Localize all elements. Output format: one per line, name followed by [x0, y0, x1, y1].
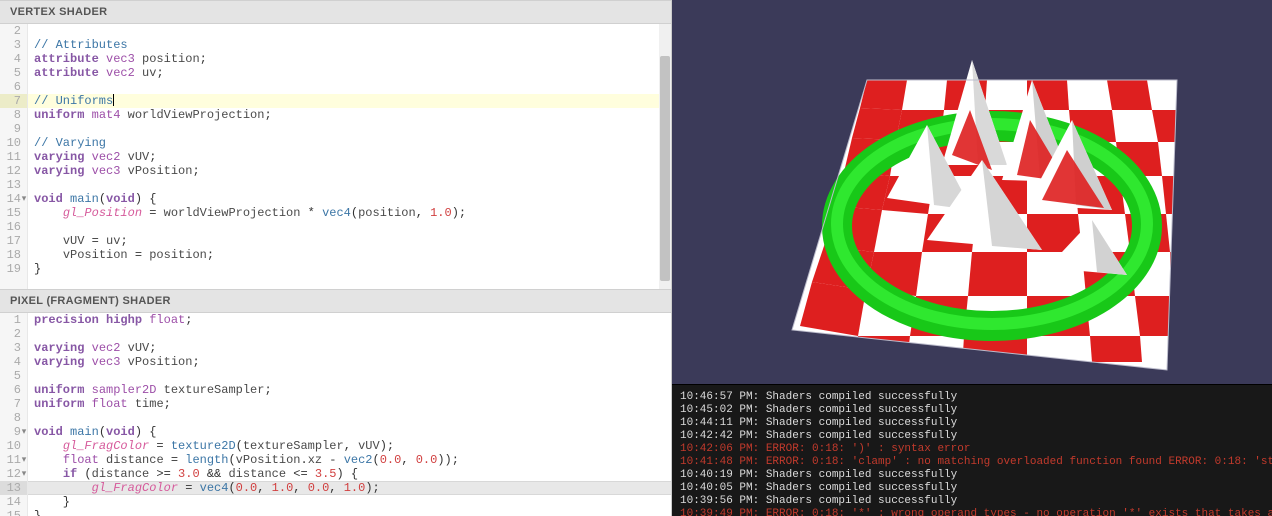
log-error-line: 10:41:48 PM: ERROR: 0:18: 'clamp' : no m… [680, 456, 1264, 469]
code-line[interactable]: void main(void) { [28, 425, 671, 439]
code-line[interactable]: gl_FragColor = texture2D(textureSampler,… [28, 439, 671, 453]
code-line[interactable]: precision highp float; [28, 313, 671, 327]
code-line[interactable]: attribute vec3 position; [28, 52, 671, 66]
log-line: 10:45:02 PM: Shaders compiled successful… [680, 404, 1264, 417]
code-line[interactable] [28, 220, 671, 234]
code-line[interactable]: attribute vec2 uv; [28, 66, 671, 80]
3d-viewport[interactable] [672, 0, 1272, 384]
code-line[interactable] [28, 24, 671, 38]
code-line[interactable]: varying vec3 vPosition; [28, 355, 671, 369]
code-line[interactable]: // Varying [28, 136, 671, 150]
code-line[interactable] [28, 178, 671, 192]
code-line[interactable]: uniform mat4 worldViewProjection; [28, 108, 671, 122]
code-line[interactable]: gl_FragColor = vec4(0.0, 1.0, 0.0, 1.0); [28, 481, 671, 495]
pixel-gutter: 123456789▾1011▾12▾131415 [0, 313, 28, 516]
code-line[interactable]: uniform sampler2D textureSampler; [28, 383, 671, 397]
code-line[interactable]: vPosition = position; [28, 248, 671, 262]
log-error-line: 10:39:49 PM: ERROR: 0:18: '*' : wrong op… [680, 508, 1264, 516]
log-line: 10:46:57 PM: Shaders compiled successful… [680, 391, 1264, 404]
code-line[interactable] [28, 80, 671, 94]
code-line[interactable]: uniform float time; [28, 397, 671, 411]
log-line: 10:42:42 PM: Shaders compiled successful… [680, 430, 1264, 443]
right-pane: 10:46:57 PM: Shaders compiled successful… [672, 0, 1272, 516]
code-line[interactable]: gl_Position = worldViewProjection * vec4… [28, 206, 671, 220]
compile-log-console[interactable]: 10:46:57 PM: Shaders compiled successful… [672, 384, 1272, 516]
editor-pane: VERTEX SHADER 234567891011121314▾1516171… [0, 0, 672, 516]
code-line[interactable]: // Uniforms [28, 94, 671, 108]
code-line[interactable]: if (distance >= 3.0 && distance <= 3.5) … [28, 467, 671, 481]
code-line[interactable] [28, 369, 671, 383]
log-error-line: 10:42:06 PM: ERROR: 0:18: ')' : syntax e… [680, 443, 1264, 456]
vertex-scrollbar[interactable] [659, 24, 671, 289]
log-line: 10:44:11 PM: Shaders compiled successful… [680, 417, 1264, 430]
code-line[interactable] [28, 122, 671, 136]
code-line[interactable] [28, 411, 671, 425]
log-line: 10:40:05 PM: Shaders compiled successful… [680, 482, 1264, 495]
pixel-shader-editor[interactable]: 123456789▾1011▾12▾131415 precision highp… [0, 313, 671, 516]
code-line[interactable]: // Attributes [28, 38, 671, 52]
code-line[interactable]: varying vec2 vUV; [28, 341, 671, 355]
code-line[interactable]: } [28, 509, 671, 516]
render-preview [672, 0, 1272, 384]
log-line: 10:39:56 PM: Shaders compiled successful… [680, 495, 1264, 508]
code-line[interactable]: varying vec3 vPosition; [28, 164, 671, 178]
vertex-shader-header: VERTEX SHADER [0, 0, 671, 24]
vertex-shader-editor[interactable]: 234567891011121314▾1516171819 // Attribu… [0, 24, 671, 289]
code-line[interactable]: void main(void) { [28, 192, 671, 206]
vertex-gutter: 234567891011121314▾1516171819 [0, 24, 28, 289]
code-line[interactable]: varying vec2 vUV; [28, 150, 671, 164]
code-line[interactable]: float distance = length(vPosition.xz - v… [28, 453, 671, 467]
code-line[interactable]: } [28, 495, 671, 509]
log-line: 10:40:19 PM: Shaders compiled successful… [680, 469, 1264, 482]
code-line[interactable]: vUV = uv; [28, 234, 671, 248]
vertex-scrollbar-thumb[interactable] [660, 56, 670, 281]
code-line[interactable] [28, 327, 671, 341]
pixel-code[interactable]: precision highp float;varying vec2 vUV;v… [28, 313, 671, 516]
pixel-shader-header: PIXEL (FRAGMENT) SHADER [0, 289, 671, 313]
vertex-code[interactable]: // Attributesattribute vec3 position;att… [28, 24, 671, 289]
code-line[interactable]: } [28, 262, 671, 276]
